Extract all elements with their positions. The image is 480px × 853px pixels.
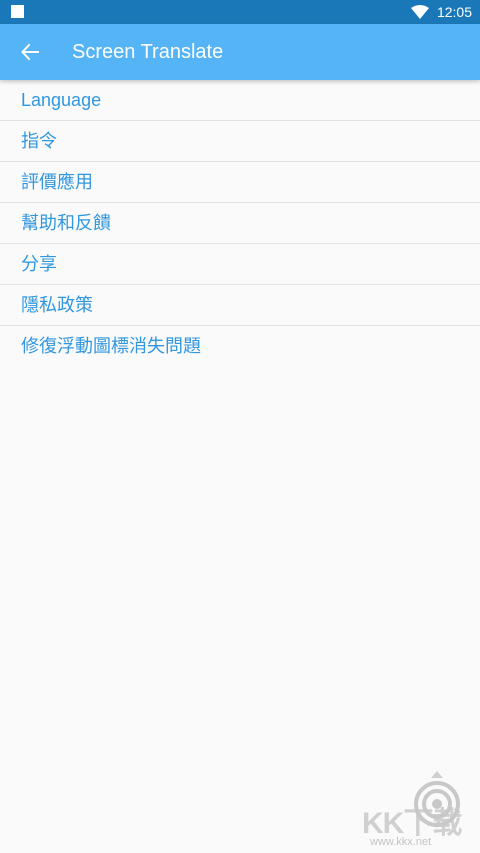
app-bar: Screen Translate: [0, 24, 480, 80]
status-bar: 12:05: [0, 0, 480, 24]
menu-item-help-feedback[interactable]: 幫助和反饋: [0, 203, 480, 244]
status-right: 12:05: [410, 0, 472, 24]
notification-square-icon: [11, 5, 24, 18]
status-time: 12:05: [436, 4, 472, 20]
menu-item-privacy-policy[interactable]: 隱私政策: [0, 285, 480, 326]
menu-item-instructions[interactable]: 指令: [0, 121, 480, 162]
back-button[interactable]: [10, 32, 50, 72]
menu-item-language[interactable]: Language: [0, 80, 480, 121]
floating-target-icon: [414, 771, 460, 827]
arrow-left-icon: [21, 43, 39, 61]
menu-item-fix-floating-icon[interactable]: 修復浮動圖標消失問題: [0, 326, 480, 367]
menu-item-share[interactable]: 分享: [0, 244, 480, 285]
watermark-url: www.kkx.net: [370, 836, 432, 848]
wifi-icon: [410, 5, 429, 19]
menu-list: Language 指令 評價應用 幫助和反饋 分享 隱私政策 修復浮動圖標消失問…: [0, 80, 480, 367]
app-title: Screen Translate: [72, 41, 224, 63]
menu-item-rate-app[interactable]: 評價應用: [0, 162, 480, 203]
watermark: KK下载 www.kkx.net: [362, 770, 474, 850]
